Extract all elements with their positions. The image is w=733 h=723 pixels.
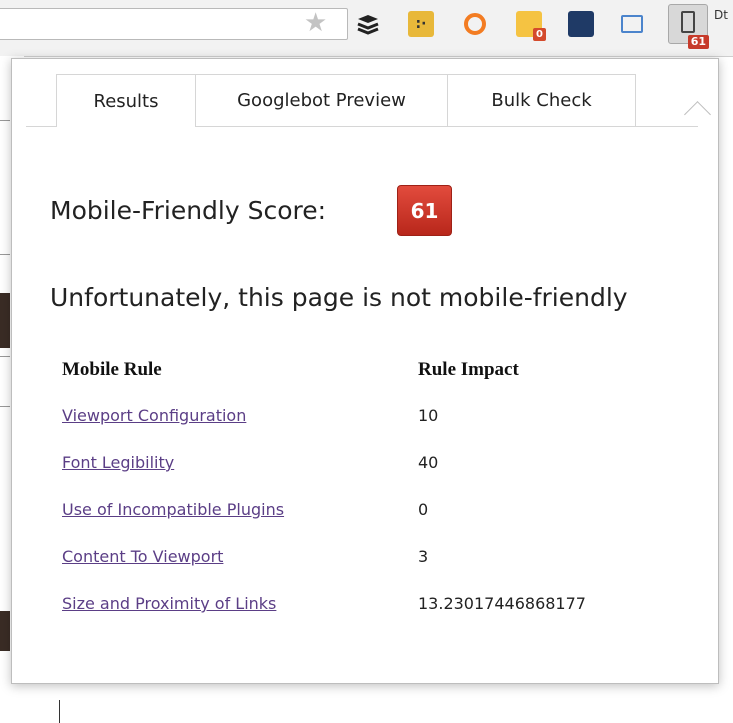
chart-icon[interactable]: 0	[513, 8, 546, 41]
extension-popup: Results Googlebot Preview Bulk Check Mob…	[11, 58, 719, 684]
rule-impact: 3	[418, 547, 429, 566]
address-bar[interactable]	[0, 8, 348, 40]
background-divider	[59, 700, 60, 723]
table-row: Content To Viewport 3	[62, 547, 682, 594]
tab-bulk-check[interactable]: Bulk Check	[447, 74, 636, 126]
rule-impact: 40	[418, 453, 439, 472]
speed-icon[interactable]	[565, 8, 597, 40]
cast-icon[interactable]	[616, 8, 648, 40]
mobile-score-badge: 61	[687, 35, 709, 49]
rules-table: Mobile Rule Rule Impact Viewport Configu…	[62, 359, 682, 641]
table-row: Use of Incompatible Plugins 0	[62, 500, 682, 547]
rule-link-viewport-configuration[interactable]: Viewport Configuration	[62, 406, 246, 425]
verdict-text: Unfortunately, this page is not mobile-f…	[50, 283, 628, 312]
header-mobile-rule: Mobile Rule	[62, 359, 162, 380]
rule-link-incompatible-plugins[interactable]: Use of Incompatible Plugins	[62, 500, 284, 519]
tab-bar: Results Googlebot Preview Bulk Check	[26, 74, 698, 127]
header-rule-impact: Rule Impact	[418, 359, 519, 380]
rule-impact: 13.23017446868177	[418, 594, 586, 613]
tab-results[interactable]: Results	[56, 74, 196, 127]
rule-link-font-legibility[interactable]: Font Legibility	[62, 453, 174, 472]
rule-impact: 0	[418, 500, 429, 519]
browser-toolbar: ★ :· 0 61 Dt	[0, 0, 733, 57]
buffer-icon[interactable]	[352, 8, 384, 40]
table-row: Viewport Configuration 10	[62, 406, 682, 453]
table-header: Mobile Rule Rule Impact	[62, 359, 682, 406]
toggl-icon[interactable]: :·	[405, 8, 437, 40]
rule-impact: 10	[418, 406, 439, 425]
star-icon[interactable]: ★	[304, 8, 327, 38]
ring-icon[interactable]	[459, 8, 491, 40]
clipped-bookmark-text: Dt	[714, 8, 728, 22]
rule-link-content-to-viewport[interactable]: Content To Viewport	[62, 547, 223, 566]
table-row: Size and Proximity of Links 13.230174468…	[62, 594, 682, 641]
score-badge: 61	[397, 185, 452, 236]
table-row: Font Legibility 40	[62, 453, 682, 500]
mobile-phone-icon	[681, 11, 695, 33]
tab-googlebot-preview[interactable]: Googlebot Preview	[195, 74, 448, 126]
chart-badge: 0	[533, 28, 546, 41]
score-label: Mobile-Friendly Score:	[50, 196, 327, 225]
mobile-friendly-extension-button[interactable]: 61	[668, 4, 709, 49]
rule-link-size-proximity-links[interactable]: Size and Proximity of Links	[62, 594, 276, 613]
